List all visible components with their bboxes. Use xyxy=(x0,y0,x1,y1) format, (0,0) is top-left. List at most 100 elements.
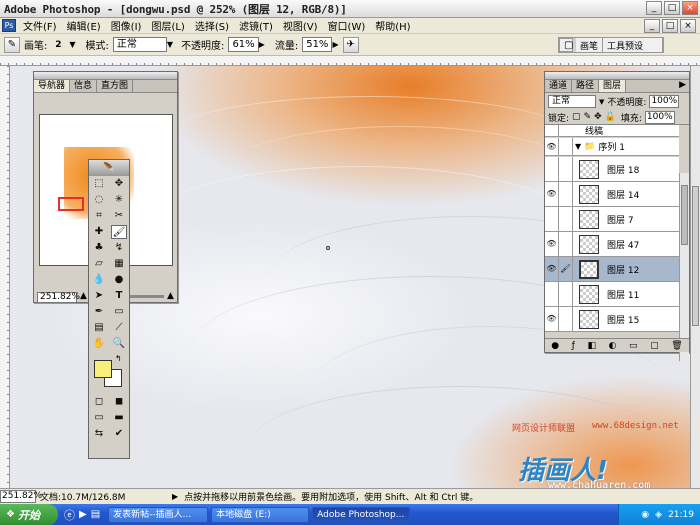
menu-layer[interactable]: 图层(L) xyxy=(146,18,189,33)
layer-opacity-input[interactable]: 100% xyxy=(649,95,680,108)
canvas-scrollbar-thumb[interactable] xyxy=(692,186,699,326)
maximize-button[interactable]: □ xyxy=(664,1,680,15)
lock-transparency-icon[interactable]: ▢ xyxy=(572,112,581,122)
tab-paths[interactable]: 路径 xyxy=(572,80,600,92)
link-slot[interactable] xyxy=(559,232,573,256)
visibility-toggle[interactable] xyxy=(545,125,559,137)
task-explorer[interactable]: 本地磁盘 (E:) xyxy=(211,506,310,523)
link-slot[interactable] xyxy=(559,282,573,306)
status-doc-size[interactable]: 文档:10.7M/126.8M xyxy=(40,490,166,503)
layers-panel-menu-icon[interactable]: ▶ xyxy=(679,80,689,92)
jump-to-imageready-icon[interactable]: ⇆ xyxy=(91,427,107,441)
tab-navigator[interactable]: 导航器 xyxy=(34,80,71,92)
flow-dropdown-icon[interactable]: ▶ xyxy=(332,40,338,49)
brush-tool-icon[interactable]: 🖌 xyxy=(111,225,127,239)
brush-size[interactable]: 2 xyxy=(51,40,65,50)
eye-icon[interactable]: 👁 xyxy=(545,182,559,206)
layer-row[interactable]: 图层 7 xyxy=(545,207,679,232)
group-expand-icon[interactable]: ▼ xyxy=(575,142,581,151)
minimize-button[interactable]: _ xyxy=(646,1,662,15)
eye-icon[interactable] xyxy=(545,157,559,181)
media-quicklaunch-icon[interactable]: ▶ xyxy=(79,509,87,520)
standard-mode-icon[interactable]: ◻ xyxy=(91,395,107,409)
eye-icon[interactable]: 👁 xyxy=(545,257,559,281)
screen-mode-full-icon[interactable]: ▬ xyxy=(111,411,127,425)
brush-tool-preset-icon[interactable]: ✎ xyxy=(4,36,20,53)
marquee-tool-icon[interactable]: ⬚ xyxy=(91,177,107,191)
task-browser[interactable]: 发表新帖--插画人... xyxy=(108,506,209,523)
hand-tool-icon[interactable]: ✋ xyxy=(91,337,107,351)
menu-file[interactable]: 文件(F) xyxy=(18,18,62,33)
layer-thumbnail[interactable] xyxy=(579,234,599,254)
foreground-color-swatch[interactable] xyxy=(94,360,112,378)
new-layer-icon[interactable]: ▢ xyxy=(650,341,659,351)
doc-minimize-button[interactable]: _ xyxy=(644,18,660,33)
link-slot[interactable] xyxy=(559,137,573,156)
tab-histogram[interactable]: 直方图 xyxy=(97,80,134,92)
eye-icon[interactable]: 👁 xyxy=(545,307,559,331)
menu-image[interactable]: 图像(I) xyxy=(106,18,147,33)
new-group-icon[interactable]: ▭ xyxy=(629,341,638,351)
swap-colors-icon[interactable]: ↰ xyxy=(115,354,122,363)
preview-view-box[interactable] xyxy=(58,197,84,211)
photoshop-app-icon[interactable]: Ps xyxy=(2,19,16,32)
canvas-vertical-scrollbar[interactable] xyxy=(690,66,700,488)
link-icon[interactable]: ● xyxy=(551,341,559,351)
lock-all-icon[interactable]: 🔒 xyxy=(605,112,616,122)
magic-wand-tool-icon[interactable]: ✳ xyxy=(111,193,127,207)
menu-select[interactable]: 选择(S) xyxy=(190,18,234,33)
opacity-dropdown-icon[interactable]: ▶ xyxy=(259,40,265,49)
tab-info[interactable]: 信息 xyxy=(70,80,98,92)
eye-icon[interactable]: 👁 xyxy=(545,137,559,156)
eye-icon[interactable]: 👁 xyxy=(545,232,559,256)
tray-icon[interactable]: ◈ xyxy=(655,510,662,520)
eraser-tool-icon[interactable]: ▱ xyxy=(91,257,107,271)
crop-tool-icon[interactable]: ⌗ xyxy=(91,209,107,223)
layers-panel-header[interactable] xyxy=(545,72,689,80)
ie-quicklaunch-icon[interactable]: ⓔ xyxy=(64,507,75,523)
doc-maximize-button[interactable]: □ xyxy=(662,18,678,33)
task-photoshop[interactable]: Adobe Photoshop... xyxy=(312,506,411,523)
effects-icon[interactable]: ƒ xyxy=(572,341,575,351)
tray-icon[interactable]: ◉ xyxy=(641,510,649,520)
layer-thumbnail[interactable] xyxy=(579,209,599,229)
palette-well-brushes-tab[interactable]: 画笔 xyxy=(575,38,603,52)
link-slot[interactable] xyxy=(559,207,573,231)
move-tool-icon[interactable]: ✥ xyxy=(111,177,127,191)
tab-channels[interactable]: 通道 xyxy=(545,80,573,92)
healing-brush-tool-icon[interactable]: ✚ xyxy=(91,225,107,239)
mode-select[interactable]: 正常 xyxy=(112,37,167,52)
brush-icon[interactable]: 🖌 xyxy=(559,257,573,281)
blur-tool-icon[interactable]: 💧 xyxy=(91,273,107,287)
clone-stamp-tool-icon[interactable]: ♣ xyxy=(91,241,107,255)
zoom-tool-icon[interactable]: 🔍 xyxy=(111,337,127,351)
layer-row[interactable]: 👁 图层 15 xyxy=(545,307,679,332)
layer-row[interactable]: 图层 18 xyxy=(545,157,679,182)
zoom-out-icon[interactable]: ▲ xyxy=(80,291,87,301)
blend-mode-select[interactable]: 正常 xyxy=(548,95,596,108)
doc-close-button[interactable]: × xyxy=(680,18,696,33)
adjustment-icon[interactable]: ◐ xyxy=(609,341,617,351)
layer-thumbnail[interactable] xyxy=(579,284,599,304)
layer-row[interactable]: 👁 图层 47 xyxy=(545,232,679,257)
notes-tool-icon[interactable]: ▤ xyxy=(91,321,107,335)
lock-position-icon[interactable]: ✥ xyxy=(594,112,602,122)
mask-icon[interactable]: ◧ xyxy=(587,341,596,351)
lasso-tool-icon[interactable]: ◌ xyxy=(91,193,107,207)
screen-mode-standard-icon[interactable]: ▭ xyxy=(91,411,107,425)
menu-edit[interactable]: 编辑(E) xyxy=(62,18,106,33)
airbrush-icon[interactable]: ✈ xyxy=(342,36,359,53)
blend-dropdown-icon[interactable]: ▼ xyxy=(599,98,604,106)
layer-row-linework[interactable]: 线稿 xyxy=(545,125,679,137)
layer-thumbnail[interactable] xyxy=(579,309,599,329)
zoom-in-icon[interactable]: ▲ xyxy=(167,291,174,301)
eyedropper-tool-icon[interactable]: ⟋ xyxy=(111,321,127,335)
layer-thumbnail[interactable] xyxy=(579,159,599,179)
tab-layers[interactable]: 图层 xyxy=(599,80,627,92)
palette-well-presets-tab[interactable]: 工具预设 xyxy=(603,38,663,52)
layer-thumbnail[interactable] xyxy=(579,259,599,279)
layer-thumbnail[interactable] xyxy=(579,184,599,204)
close-button[interactable]: × xyxy=(682,1,698,15)
menu-help[interactable]: 帮助(H) xyxy=(370,18,415,33)
status-zoom-input[interactable]: 251.82% xyxy=(0,490,42,503)
